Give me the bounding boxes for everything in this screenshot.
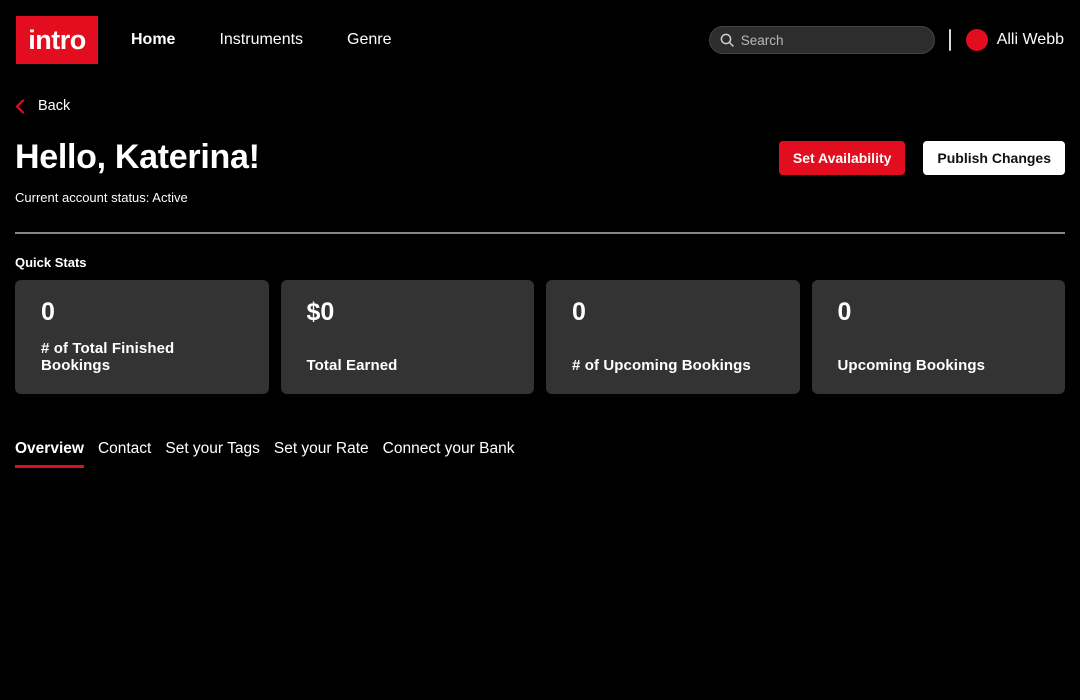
top-nav-bar: intro Home Instruments Genre Alli Webb [0,0,1080,80]
tab-overview[interactable]: Overview [15,440,84,468]
main-nav: Home Instruments Genre [131,31,392,49]
back-button[interactable]: Back [15,98,70,114]
stat-label: Upcoming Bookings [838,357,1040,374]
search-input[interactable] [741,33,924,48]
user-name[interactable]: Alli Webb [997,31,1064,49]
stat-label: Total Earned [307,357,509,374]
intro-logo[interactable]: intro [16,16,98,64]
dashboard-content: Back Hello, Katerina! Set Availability P… [0,98,1080,468]
search-bar[interactable] [709,26,935,54]
quick-stats-heading: Quick Stats [15,255,1065,270]
section-divider [15,232,1065,234]
stat-value: 0 [572,298,774,327]
set-availability-button[interactable]: Set Availability [779,141,906,175]
title-row: Hello, Katerina! Set Availability Publis… [15,138,1065,177]
stat-label: # of Upcoming Bookings [572,357,774,374]
section-tabs: Overview Contact Set your Tags Set your … [15,440,1065,468]
nav-item-home[interactable]: Home [131,31,175,49]
stat-value: 0 [838,298,1040,327]
back-label: Back [38,98,70,114]
account-status-text: Current account status: Active [15,190,1065,205]
user-avatar[interactable] [966,29,988,51]
page-actions: Set Availability Publish Changes [779,141,1065,175]
header-divider [949,29,951,51]
stat-value: $0 [307,298,509,327]
tab-set-your-tags[interactable]: Set your Tags [165,440,260,468]
stat-card-finished-bookings: 0 # of Total Finished Bookings [15,280,269,394]
stat-card-upcoming-bookings: 0 Upcoming Bookings [812,280,1066,394]
stat-value: 0 [41,298,243,327]
page-title: Hello, Katerina! [15,138,260,177]
tab-set-your-rate[interactable]: Set your Rate [274,440,369,468]
nav-item-instruments[interactable]: Instruments [219,31,303,49]
publish-changes-button[interactable]: Publish Changes [923,141,1065,175]
search-icon [720,33,734,47]
stat-card-total-earned: $0 Total Earned [281,280,535,394]
tab-contact[interactable]: Contact [98,440,151,468]
stat-label: # of Total Finished Bookings [41,340,243,374]
quick-stats-cards: 0 # of Total Finished Bookings $0 Total … [15,280,1065,394]
chevron-left-icon [15,99,25,114]
nav-item-genre[interactable]: Genre [347,31,391,49]
stat-card-upcoming-bookings-count: 0 # of Upcoming Bookings [546,280,800,394]
tab-connect-your-bank[interactable]: Connect your Bank [383,440,515,468]
